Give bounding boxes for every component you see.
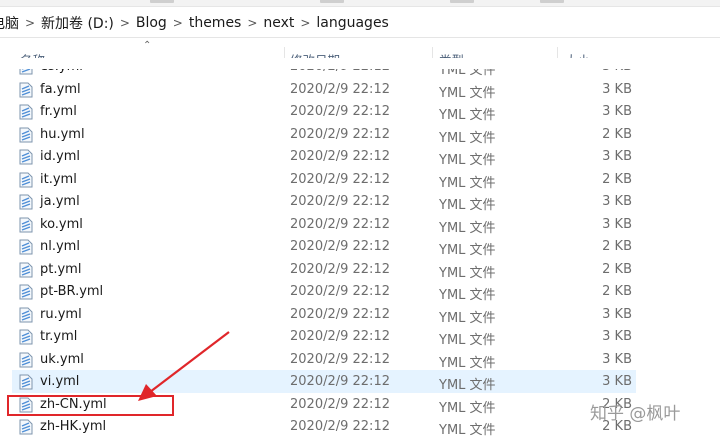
annotation-arrow-icon (138, 331, 230, 401)
